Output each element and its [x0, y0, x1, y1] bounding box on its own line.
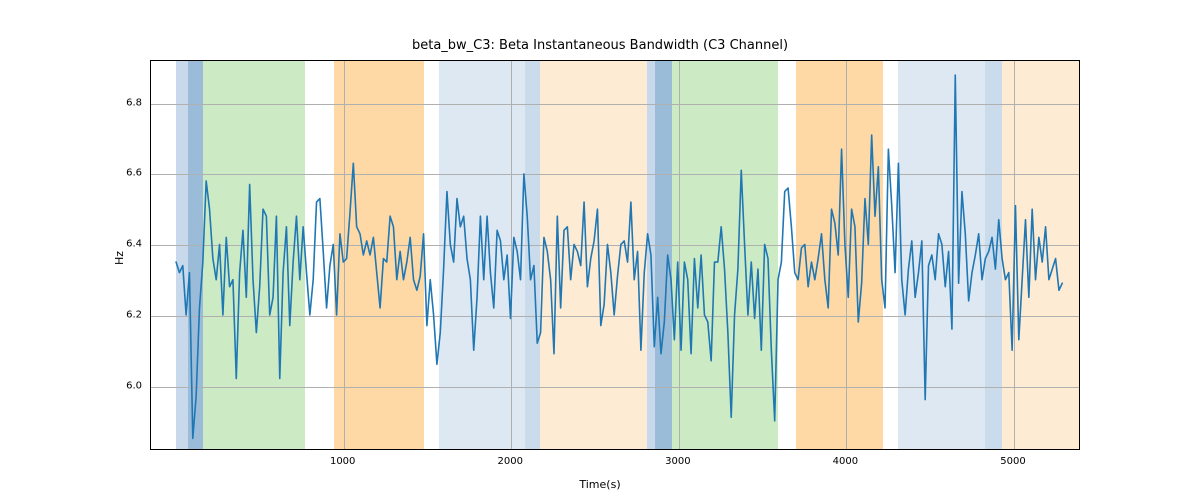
- y-tick-label: 6.8: [102, 97, 142, 108]
- x-tick-label: 4000: [833, 456, 858, 467]
- x-tick-label: 1000: [330, 456, 355, 467]
- y-tick-label: 6.0: [102, 381, 142, 392]
- chart-title: beta_bw_C3: Beta Instantaneous Bandwidth…: [0, 38, 1200, 53]
- y-tick-label: 6.4: [102, 239, 142, 250]
- y-axis-label: Hz: [113, 251, 126, 265]
- x-tick-label: 3000: [665, 456, 690, 467]
- y-tick-label: 6.6: [102, 168, 142, 179]
- x-tick-label: 5000: [1000, 456, 1025, 467]
- plot-area: [150, 60, 1080, 450]
- figure: beta_bw_C3: Beta Instantaneous Bandwidth…: [0, 0, 1200, 500]
- data-line: [151, 61, 1079, 449]
- x-tick-label: 2000: [498, 456, 523, 467]
- y-tick-label: 6.2: [102, 310, 142, 321]
- x-axis-label: Time(s): [0, 478, 1200, 491]
